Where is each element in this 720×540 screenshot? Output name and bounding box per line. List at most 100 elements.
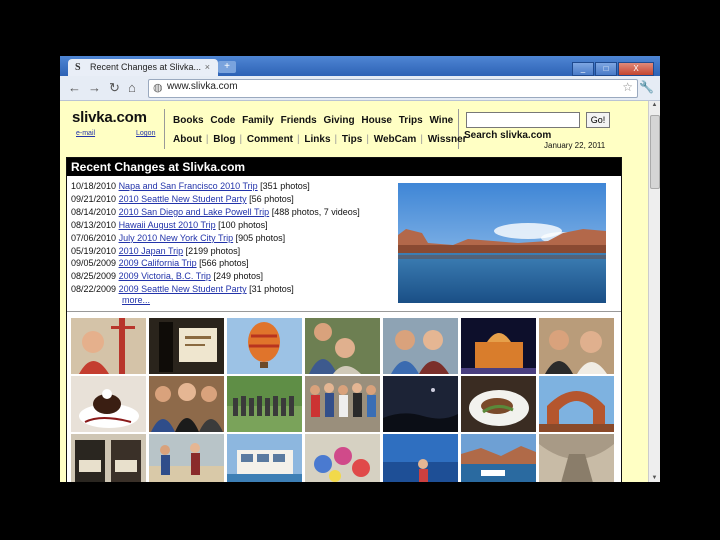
trip-link[interactable]: 2010 Seattle New Student Party (119, 194, 247, 204)
list-item: 07/06/2010 July 2010 New York City Trip … (71, 232, 391, 245)
tab-title: Recent Changes at Slivka... (90, 62, 202, 72)
globe-icon: ◍ (153, 82, 163, 94)
nav-menu-top: Books Code Family Friends Giving House T… (173, 115, 457, 126)
photo-count: [566 photos] (199, 258, 249, 269)
back-arrow-icon[interactable]: ← (68, 80, 81, 95)
nav-link-friends[interactable]: Friends (281, 115, 317, 126)
search-label: Search slivka.com (464, 130, 552, 141)
list-item: 08/25/2009 2009 Victoria, B.C. Trip [249… (71, 270, 391, 283)
photo-count: [351 photos] (260, 181, 310, 191)
forward-arrow-icon[interactable]: → (88, 80, 101, 95)
photo-thumbnail[interactable] (461, 434, 536, 482)
featured-photo[interactable] (398, 183, 606, 303)
scrollbar-thumb[interactable] (650, 115, 660, 189)
address-bar[interactable]: ◍ ☆ (148, 79, 638, 98)
photo-thumbnail[interactable] (305, 318, 380, 374)
header-divider (164, 109, 165, 149)
trip-link[interactable]: 2010 Japan Trip (119, 246, 184, 256)
site-logo[interactable]: slivka.com (72, 109, 147, 126)
scroll-up-icon[interactable]: ▲ (650, 102, 659, 108)
nav-link-family[interactable]: Family (242, 115, 274, 126)
nav-link-blog[interactable]: Blog (213, 134, 235, 145)
list-item: 05/19/2010 2010 Japan Trip [2199 photos] (71, 245, 391, 258)
item-date: 08/25/2009 (71, 271, 117, 282)
search-input[interactable] (466, 112, 580, 128)
recent-changes-panel: Recent Changes at Slivka.com 10/18/2010 … (66, 157, 622, 482)
nav-link-giving[interactable]: Giving (324, 115, 355, 126)
photo-thumbnail[interactable] (71, 434, 146, 482)
item-date: 10/18/2010 (71, 181, 117, 191)
new-tab-button[interactable]: + (218, 61, 236, 73)
photo-thumbnail[interactable] (71, 318, 146, 374)
photo-thumbnail[interactable] (383, 318, 458, 374)
logon-link[interactable]: Logon (136, 130, 155, 137)
section-divider (67, 311, 621, 312)
bookmark-star-icon[interactable]: ☆ (622, 80, 633, 94)
list-item: 09/21/2010 2010 Seattle New Student Part… (71, 193, 391, 206)
more-link[interactable]: more... (122, 295, 150, 305)
trip-link[interactable]: July 2010 New York City Trip (119, 233, 234, 243)
list-item: 08/22/2009 2009 Seattle New Student Part… (71, 283, 391, 296)
site-favicon-icon: S (75, 62, 81, 73)
window-controls: _ □ X (571, 58, 654, 76)
nav-link-webcam[interactable]: WebCam (374, 134, 417, 145)
photo-count: [249 photos] (213, 271, 264, 282)
list-item: 10/18/2010 Napa and San Francisco 2010 T… (71, 180, 391, 193)
trip-link[interactable]: 2009 Seattle New Student Party (119, 284, 247, 294)
photo-thumbnail[interactable] (149, 376, 224, 432)
close-window-button[interactable]: X (618, 62, 654, 76)
nav-link-trips[interactable]: Trips (399, 115, 423, 126)
photo-thumbnail[interactable] (227, 434, 302, 482)
photo-count: [56 photos] (249, 193, 294, 204)
trip-link[interactable]: 2010 San Diego and Lake Powell Trip (119, 207, 270, 217)
item-date: 09/21/2010 (71, 193, 117, 204)
photo-thumbnail[interactable] (539, 376, 614, 432)
minimize-button[interactable]: _ (572, 62, 594, 76)
photo-thumbnail[interactable] (461, 318, 536, 374)
wrench-menu-icon[interactable]: 🔧 (639, 80, 654, 94)
photo-thumbnail[interactable] (149, 318, 224, 374)
go-button[interactable]: Go! (586, 112, 610, 128)
nav-link-house[interactable]: House (361, 115, 392, 126)
scroll-down-icon[interactable]: ▼ (650, 475, 659, 481)
photo-count: [31 photos] (249, 284, 294, 295)
url-input[interactable] (167, 81, 607, 92)
trip-link[interactable]: 2009 California Trip (119, 258, 197, 268)
photo-thumbnail[interactable] (227, 376, 302, 432)
email-link[interactable]: e-mail (76, 130, 95, 137)
home-icon[interactable]: ⌂ (128, 80, 136, 95)
photo-thumbnail[interactable] (71, 376, 146, 432)
nav-link-about[interactable]: About (173, 134, 202, 145)
photo-thumbnail[interactable] (539, 434, 614, 482)
item-date: 08/13/2010 (71, 219, 117, 230)
nav-link-wine[interactable]: Wine (429, 115, 453, 126)
photo-thumbnail[interactable] (383, 376, 458, 432)
nav-link-comment[interactable]: Comment (247, 134, 293, 145)
trip-link[interactable]: 2009 Victoria, B.C. Trip (119, 271, 211, 281)
photo-count: [2199 photos] (185, 245, 241, 256)
trip-link[interactable]: Hawaii August 2010 Trip (119, 220, 216, 230)
nav-link-links[interactable]: Links (304, 134, 330, 145)
photo-thumbnail[interactable] (461, 376, 536, 432)
nav-link-tips[interactable]: Tips (342, 134, 362, 145)
maximize-button[interactable]: □ (595, 62, 617, 76)
photo-thumbnail[interactable] (227, 318, 302, 374)
photo-count: [488 photos, 7 videos] (271, 206, 360, 217)
photo-thumbnail[interactable] (305, 376, 380, 432)
photo-thumbnail[interactable] (149, 434, 224, 482)
tab-close-icon[interactable]: × (205, 59, 210, 76)
photo-thumbnail[interactable] (539, 318, 614, 374)
nav-menu-bottom: About | Blog | Comment | Links | Tips | WebCa… (173, 134, 471, 145)
reload-icon[interactable]: ↻ (109, 80, 120, 96)
nav-separator: | (334, 134, 338, 145)
photo-thumbnail[interactable] (383, 434, 458, 482)
nav-link-wissner[interactable]: Wissner (428, 134, 467, 145)
browser-tab[interactable]: S Recent Changes at Slivka... × (68, 59, 218, 76)
nav-link-books[interactable]: Books (173, 115, 204, 126)
nav-separator: | (420, 134, 423, 145)
vertical-scrollbar[interactable]: ▲ ▼ (648, 101, 660, 482)
trip-link[interactable]: Napa and San Francisco 2010 Trip (119, 181, 258, 191)
nav-link-code[interactable]: Code (210, 115, 235, 126)
photo-thumbnail[interactable] (305, 434, 380, 482)
list-item: 08/13/2010 Hawaii August 2010 Trip [100 … (71, 219, 391, 232)
